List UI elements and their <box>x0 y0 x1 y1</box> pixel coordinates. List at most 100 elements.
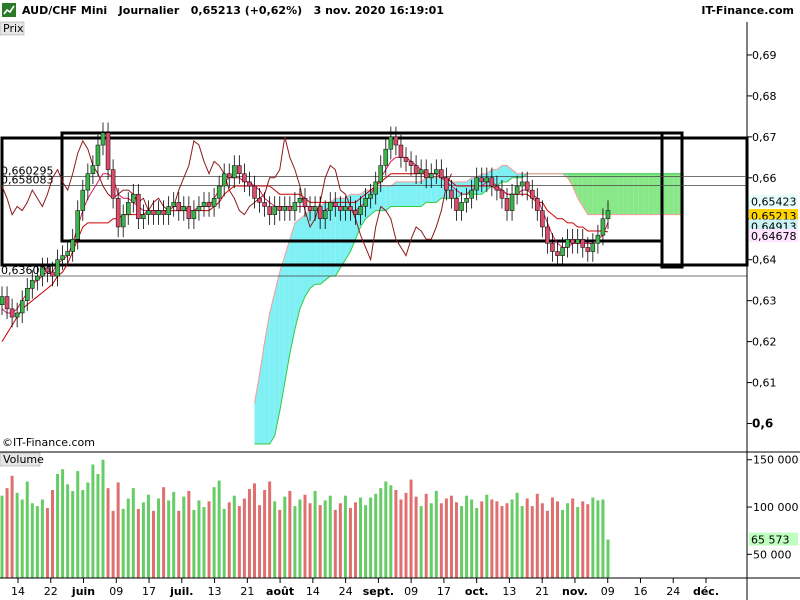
cloud-segment <box>613 173 619 215</box>
candle <box>211 198 217 207</box>
candle <box>338 206 343 211</box>
candle <box>45 267 50 273</box>
x-tick-label: 21 <box>535 585 549 598</box>
candle <box>50 271 55 277</box>
candle <box>110 169 116 199</box>
candle <box>418 169 424 174</box>
volume-bar <box>449 495 453 578</box>
volume-bar <box>323 500 327 578</box>
candle <box>600 218 606 236</box>
volume-bar <box>318 505 322 578</box>
candle <box>161 210 166 215</box>
cloud-segment <box>431 177 437 203</box>
volume-bar <box>500 506 504 578</box>
x-tick-label: 14 <box>11 585 25 598</box>
candle <box>388 136 394 150</box>
candle <box>19 300 25 314</box>
candle <box>90 165 96 174</box>
y-tick-label: 0,61 <box>752 377 777 390</box>
candle <box>373 181 378 195</box>
volume-bar <box>172 491 176 578</box>
volume-bar <box>56 473 60 578</box>
volume-bar <box>379 488 383 578</box>
volume-bar <box>333 509 337 578</box>
candle <box>257 198 262 203</box>
candle <box>560 247 565 256</box>
candle <box>95 144 101 166</box>
candle <box>322 210 328 220</box>
volume-bar <box>439 503 443 578</box>
x-tick-label: 17 <box>142 585 156 598</box>
candle <box>302 198 308 207</box>
volume-bar <box>475 507 479 578</box>
volume-bar <box>313 490 317 578</box>
candle <box>115 198 121 228</box>
candle <box>14 312 20 318</box>
candle <box>232 165 237 179</box>
volume-bar <box>283 496 287 578</box>
volume-bar <box>197 500 201 578</box>
candle <box>267 206 272 215</box>
candle <box>565 238 570 248</box>
candle <box>206 202 212 207</box>
candle <box>383 148 389 166</box>
volume-bar <box>591 497 595 578</box>
candle <box>201 202 207 207</box>
candle <box>535 198 540 211</box>
price-chart[interactable]: 0,6602950,6580830,636021 0,60,610,620,63… <box>0 0 800 600</box>
candle <box>131 193 136 203</box>
candle <box>413 165 419 174</box>
candle <box>237 165 242 174</box>
candle <box>141 214 146 220</box>
x-tick-label: 09 <box>109 585 123 598</box>
candle <box>307 206 313 211</box>
candle <box>221 173 227 187</box>
x-tick-label: 14 <box>306 585 320 598</box>
candle <box>449 189 454 199</box>
volume-bar <box>146 494 150 578</box>
volume-panel-label: Volume <box>3 453 44 466</box>
candle <box>605 210 611 220</box>
volume-bar <box>76 471 80 578</box>
candle <box>368 193 373 199</box>
candle <box>277 206 282 211</box>
candle <box>85 173 91 191</box>
candle <box>555 251 560 256</box>
candle <box>575 238 580 244</box>
x-tick-label: 24 <box>666 585 680 598</box>
candle <box>30 279 35 289</box>
volume-bar <box>222 508 226 578</box>
candle <box>439 169 444 179</box>
candle <box>4 296 10 310</box>
candle <box>595 234 601 244</box>
cloud-segment <box>668 173 674 215</box>
y-tick-label: 0,6 <box>752 417 773 431</box>
x-tick-label: 09 <box>404 585 418 598</box>
candle <box>590 243 596 252</box>
volume-bar <box>505 503 509 578</box>
volume-bar <box>207 501 211 578</box>
volume-bar <box>434 490 438 578</box>
x-tick-label: 24 <box>339 585 353 598</box>
volume-bar <box>404 492 408 578</box>
volume-bar <box>15 492 19 578</box>
volume-bar <box>126 498 130 578</box>
candle <box>545 226 550 244</box>
cloud-segment <box>461 181 467 195</box>
candle <box>247 181 252 187</box>
x-tick-label: 09 <box>601 585 615 598</box>
candle <box>494 185 500 191</box>
volume-bar <box>81 490 85 578</box>
vol-y-tick-label: 150 000 <box>753 454 799 467</box>
volume-bar <box>369 497 373 578</box>
volume-bar <box>394 490 398 578</box>
volume-bar <box>121 508 125 578</box>
candle <box>227 173 232 179</box>
candle <box>166 206 171 215</box>
x-tick-label: nov. <box>562 585 588 598</box>
candle <box>126 202 131 215</box>
volume-bar <box>96 473 100 578</box>
volume-bar <box>263 490 267 578</box>
candle <box>348 206 353 211</box>
volume-bar <box>111 510 115 578</box>
